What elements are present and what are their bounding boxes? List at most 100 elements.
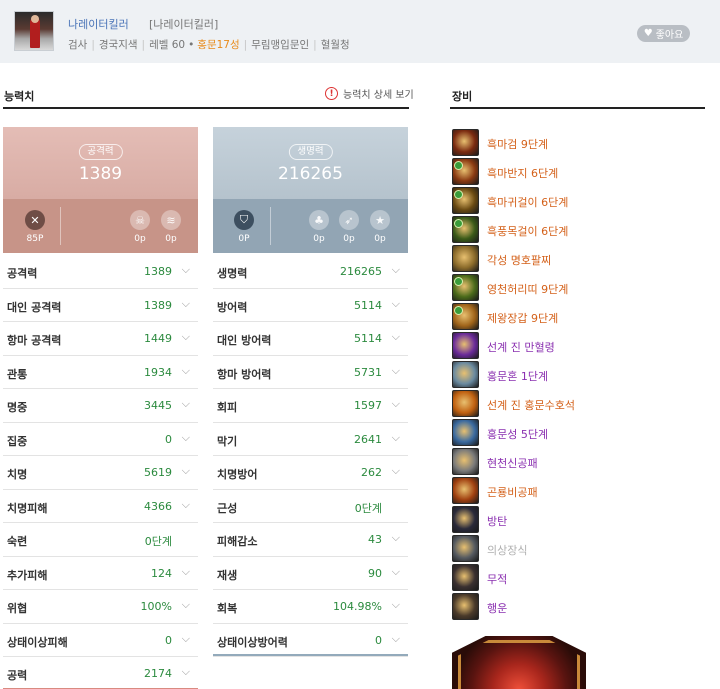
equipment-item[interactable]: 흑마귀걸이 6단계 <box>452 186 702 215</box>
stat-row[interactable]: 피해감소 43 ⌵ <box>213 523 408 557</box>
equipment-item[interactable]: 각성 명호팔찌 <box>452 244 702 273</box>
stat-row[interactable]: 공격력 1389 ⌵ <box>3 255 198 289</box>
chevron-down-icon[interactable]: ⌵ <box>392 464 400 478</box>
chevron-down-icon[interactable]: ⌵ <box>182 297 190 311</box>
stat-row[interactable]: 치명방어 262 ⌵ <box>213 456 408 490</box>
chevron-down-icon[interactable]: ⌵ <box>182 498 190 512</box>
equipment-name[interactable]: 선계 진 만혈령 <box>487 339 555 355</box>
stat-row[interactable]: 재생 90 ⌵ <box>213 557 408 590</box>
chevron-down-icon[interactable]: ⌵ <box>392 531 400 545</box>
stat-row[interactable]: 집중 0 ⌵ <box>3 423 198 456</box>
claw-icon[interactable]: ≋ <box>161 210 181 230</box>
equipment-item[interactable]: 흑마반지 6단계 <box>452 157 702 186</box>
chevron-down-icon[interactable]: ⌵ <box>182 464 190 478</box>
equipment-name[interactable]: 흑마귀걸이 6단계 <box>487 194 568 210</box>
stat-row[interactable]: 상태이상피해 0 ⌵ <box>3 624 198 657</box>
equipment-icon[interactable] <box>452 448 479 475</box>
stat-row[interactable]: 회복 104.98% ⌵ <box>213 590 408 624</box>
chevron-down-icon[interactable]: ⌵ <box>392 364 400 378</box>
equipment-name[interactable]: 현천신공패 <box>487 455 538 471</box>
equipment-name[interactable]: 제왕장갑 9단계 <box>487 310 558 326</box>
chevron-down-icon[interactable]: ⌵ <box>182 330 190 344</box>
stat-row[interactable]: 막기 2641 ⌵ <box>213 423 408 456</box>
chevron-down-icon[interactable]: ⌵ <box>182 364 190 378</box>
equipment-name[interactable]: 선계 진 홍문수호석 <box>487 397 575 413</box>
character-avatar[interactable] <box>14 11 54 51</box>
stat-row[interactable]: 명중 3445 ⌵ <box>3 389 198 423</box>
equipment-icon[interactable] <box>452 274 479 301</box>
equipment-icon[interactable] <box>452 216 479 243</box>
equipment-item[interactable]: 현천신공패 <box>452 447 702 476</box>
chevron-down-icon[interactable]: ⌵ <box>182 263 190 277</box>
equipment-item[interactable]: 흑마검 9단계 <box>452 128 702 157</box>
character-name[interactable]: 나레이터킬러 <box>68 16 129 32</box>
running-icon[interactable]: ➶ <box>339 210 359 230</box>
stat-row[interactable]: 추가피해 124 ⌵ <box>3 557 198 590</box>
character-clan[interactable]: 혈월청 <box>321 37 350 52</box>
stat-row[interactable]: 항마 방어력 5731 ⌵ <box>213 356 408 389</box>
equipment-icon[interactable] <box>452 506 479 533</box>
equipment-icon[interactable] <box>452 187 479 214</box>
equipment-name[interactable]: 흑풍목걸이 6단계 <box>487 223 568 239</box>
equipment-name[interactable]: 무적 <box>487 571 507 587</box>
chevron-down-icon[interactable]: ⌵ <box>392 263 400 277</box>
chevron-down-icon[interactable]: ⌵ <box>392 330 400 344</box>
chevron-down-icon[interactable]: ⌵ <box>182 431 190 445</box>
equipment-name[interactable]: 행운 <box>487 600 507 616</box>
stat-row[interactable]: 방어력 5114 ⌵ <box>213 289 408 322</box>
stat-row[interactable]: 항마 공격력 1449 ⌵ <box>3 322 198 356</box>
stat-row[interactable]: 상태이상방어력 0 ⌵ <box>213 624 408 657</box>
stat-row[interactable]: 위협 100% ⌵ <box>3 590 198 624</box>
equipment-name[interactable]: 곤룡비공패 <box>487 484 538 500</box>
shield-icon[interactable]: ⛉ <box>234 210 254 230</box>
star-icon[interactable]: ★ <box>370 210 390 230</box>
like-button[interactable]: ♥ 좋아요 <box>637 25 690 42</box>
equipment-item[interactable]: 선계 진 만혈령 <box>452 331 702 360</box>
stat-row[interactable]: 관통 1934 ⌵ <box>3 356 198 389</box>
equipment-item[interactable]: 홍문혼 1단계 <box>452 360 702 389</box>
equipment-icon[interactable] <box>452 361 479 388</box>
equipment-icon[interactable] <box>452 158 479 185</box>
chevron-down-icon[interactable]: ⌵ <box>182 397 190 411</box>
equipment-name[interactable]: 흑마검 9단계 <box>487 136 548 152</box>
equipment-icon[interactable] <box>452 477 479 504</box>
equipment-item[interactable]: 홍문성 5단계 <box>452 418 702 447</box>
skull-icon[interactable]: ☠ <box>130 210 150 230</box>
equipment-icon[interactable] <box>452 332 479 359</box>
stat-row[interactable]: 치명피해 4366 ⌵ <box>3 490 198 523</box>
chevron-down-icon[interactable]: ⌵ <box>392 297 400 311</box>
equipment-icon[interactable] <box>452 564 479 591</box>
equipment-item[interactable]: 행운 <box>452 592 702 621</box>
crossed-swords-icon[interactable]: ✕ <box>25 210 45 230</box>
equipment-item[interactable]: 흑풍목걸이 6단계 <box>452 215 702 244</box>
stat-row[interactable]: 생명력 216265 ⌵ <box>213 255 408 289</box>
chevron-down-icon[interactable]: ⌵ <box>392 598 400 612</box>
chevron-down-icon[interactable]: ⌵ <box>182 632 190 646</box>
stat-row[interactable]: 대인 공격력 1389 ⌵ <box>3 289 198 322</box>
stat-row[interactable]: 대인 방어력 5114 ⌵ <box>213 322 408 356</box>
equipment-name[interactable]: 방탄 <box>487 513 507 529</box>
equipment-icon[interactable] <box>452 303 479 330</box>
chevron-down-icon[interactable]: ⌵ <box>182 665 190 679</box>
equipment-item[interactable]: 의상장식 <box>452 534 702 563</box>
equipment-name[interactable]: 흑마반지 6단계 <box>487 165 558 181</box>
equipment-name[interactable]: 영천허리띠 9단계 <box>487 281 568 297</box>
equipment-item[interactable]: 방탄 <box>452 505 702 534</box>
equipment-name[interactable]: 홍문혼 1단계 <box>487 368 548 384</box>
sprout-icon[interactable]: ♣ <box>309 210 329 230</box>
stat-row[interactable]: 공력 2174 ⌵ <box>3 657 198 689</box>
chevron-down-icon[interactable]: ⌵ <box>392 431 400 445</box>
equipment-name[interactable]: 각성 명호팔찌 <box>487 252 551 268</box>
stats-detail-link[interactable]: ! 능력치 상세 보기 <box>325 86 414 101</box>
equipment-item[interactable]: 무적 <box>452 563 702 592</box>
equipment-icon[interactable] <box>452 535 479 562</box>
chevron-down-icon[interactable]: ⌵ <box>392 632 400 646</box>
equipment-item[interactable]: 곤룡비공패 <box>452 476 702 505</box>
equipment-icon[interactable] <box>452 129 479 156</box>
equipment-item[interactable]: 선계 진 홍문수호석 <box>452 389 702 418</box>
equipment-item[interactable]: 영천허리띠 9단계 <box>452 273 702 302</box>
stat-row[interactable]: 치명 5619 ⌵ <box>3 456 198 490</box>
equipment-icon[interactable] <box>452 390 479 417</box>
equipment-icon[interactable] <box>452 419 479 446</box>
equipment-name[interactable]: 홍문성 5단계 <box>487 426 548 442</box>
